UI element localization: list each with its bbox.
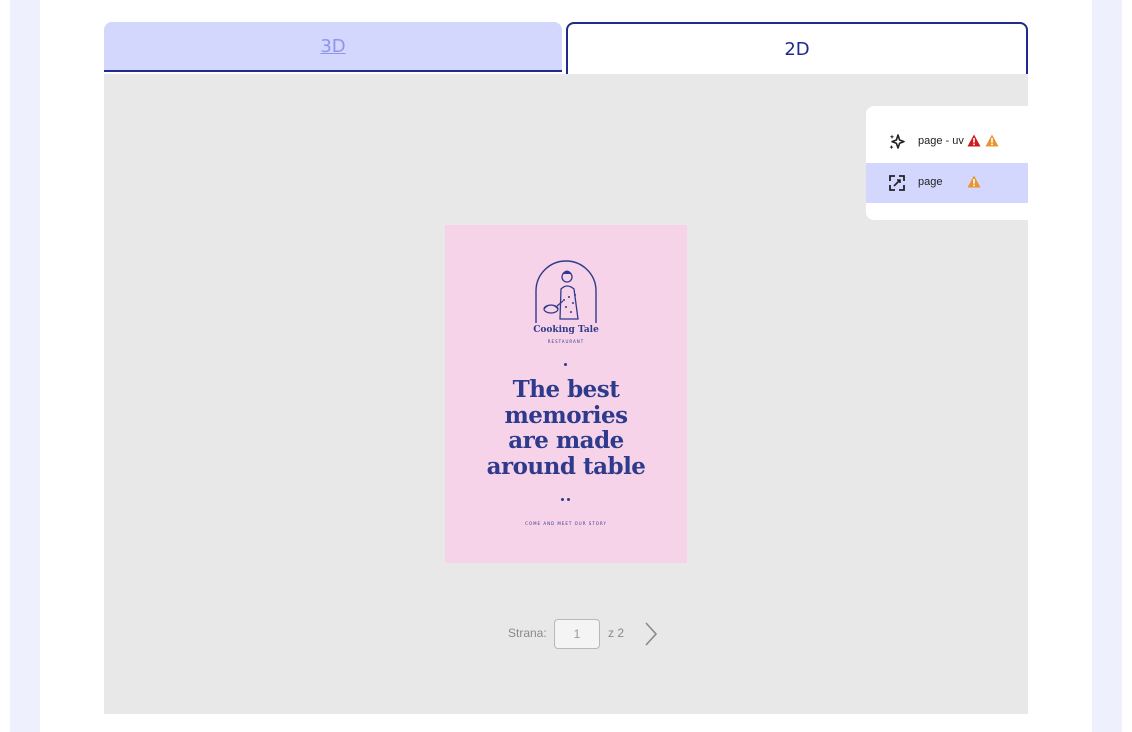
right-gutter [1092,0,1122,732]
warning-icon [985,134,999,147]
error-icon [967,134,981,147]
layer-item-page[interactable]: page [866,163,1028,203]
tab-2d[interactable]: 2D [566,22,1028,74]
tab-3d[interactable]: 3D [104,22,562,72]
decor-dot [564,363,567,366]
chef-illustration [535,260,597,323]
headline-line: The best [512,376,620,403]
decor-dot [561,498,564,501]
layer-item-page-uv[interactable]: page - uv [866,122,1028,162]
headline-line: around table [486,452,646,480]
page-preview: Cooking Tale RESTAURANT The best memorie… [445,225,687,563]
brand-subtitle: RESTAURANT [547,339,585,344]
decor-dot [567,498,570,501]
chevron-right-icon[interactable] [643,621,659,647]
expand-icon [889,175,905,191]
pager-total: z 2 [608,626,625,640]
layer-label: page [918,176,943,188]
sparkle-icon [889,134,905,150]
layer-label: page - uv [918,135,964,147]
left-gutter [10,0,40,732]
preview-canvas: page - uv page Cooking Tale RESTAURANT T… [104,74,1028,714]
headline: The best memories are made around table [445,377,687,479]
headline-line: are made [508,427,624,454]
pager-label: Strana: [508,626,547,640]
headline-line: memories [504,401,628,429]
page-number-input[interactable] [554,619,600,649]
brand-name: Cooking Tale [533,325,599,335]
warning-icon [967,175,981,188]
tagline: COME AND MEET OUR STORY [525,521,607,526]
layers-panel: page - uv page [866,106,1028,220]
